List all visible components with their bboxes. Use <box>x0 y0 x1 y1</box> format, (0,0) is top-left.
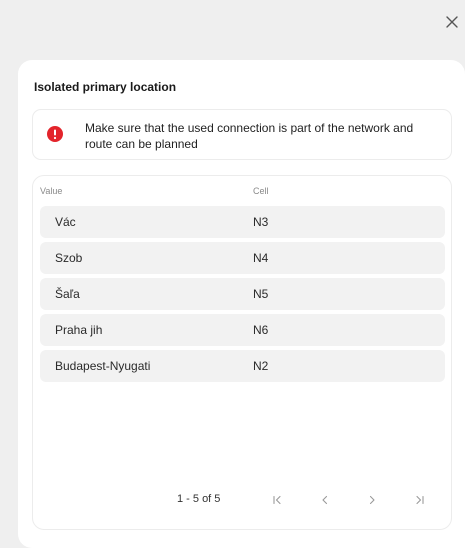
chevron-right-icon <box>369 495 375 505</box>
previous-page-button[interactable] <box>315 490 335 510</box>
table-row[interactable]: Vác N3 <box>40 206 445 238</box>
column-header-value: Value <box>40 186 63 196</box>
alert-message: Make sure that the used connection is pa… <box>85 121 414 151</box>
row-cell: N5 <box>253 287 269 301</box>
row-value: Vác <box>55 215 76 229</box>
dialog-title: Isolated primary location <box>34 80 177 94</box>
page-range-label: 1 - 5 of 5 <box>177 493 221 505</box>
table-body: Vác N3 Szob N4 Šaľa N5 Praha jih N6 Buda… <box>40 206 445 386</box>
close-button[interactable] <box>442 12 462 32</box>
last-page-icon <box>416 495 424 505</box>
table-row[interactable]: Praha jih N6 <box>40 314 445 346</box>
chevron-left-icon <box>322 495 328 505</box>
close-icon <box>446 16 458 28</box>
error-icon <box>47 126 63 142</box>
row-value: Szob <box>55 251 83 265</box>
table-row[interactable]: Szob N4 <box>40 242 445 274</box>
row-value: Budapest-Nyugati <box>55 359 151 373</box>
table-row[interactable]: Šaľa N5 <box>40 278 445 310</box>
last-page-button[interactable] <box>410 490 430 510</box>
row-value: Šaľa <box>55 287 80 301</box>
pagination: 1 - 5 of 5 <box>33 490 451 510</box>
next-page-button[interactable] <box>362 490 382 510</box>
alert-box: Make sure that the used connection is pa… <box>32 109 452 160</box>
row-cell: N3 <box>253 215 269 229</box>
first-page-button[interactable] <box>267 490 287 510</box>
data-table: Value Cell Vác N3 Szob N4 Šaľa N5 Praha … <box>32 175 452 530</box>
row-cell: N6 <box>253 323 269 337</box>
dialog-panel: Isolated primary location Make sure that… <box>18 60 465 548</box>
row-cell: N2 <box>253 359 269 373</box>
row-cell: N4 <box>253 251 269 265</box>
row-value: Praha jih <box>55 323 103 337</box>
first-page-icon <box>273 495 281 505</box>
table-row[interactable]: Budapest-Nyugati N2 <box>40 350 445 382</box>
column-header-cell: Cell <box>253 186 269 196</box>
